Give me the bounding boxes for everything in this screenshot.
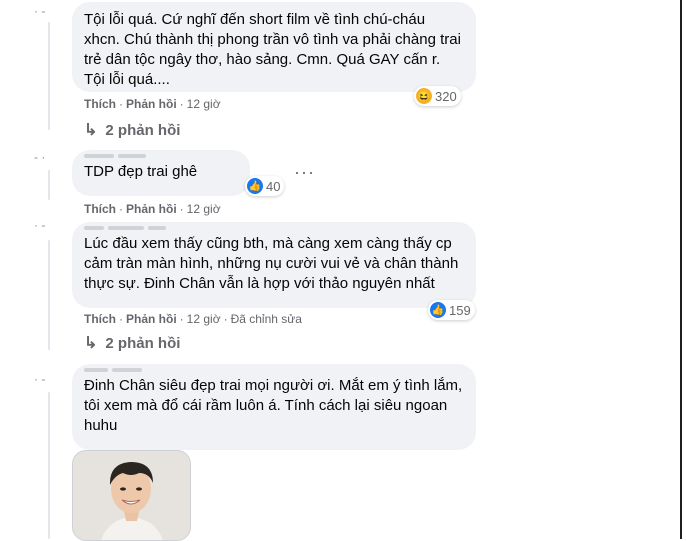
author-name[interactable] [84, 368, 464, 374]
replies-label: 2 phản hồi [105, 121, 181, 139]
comment-text: TDP đẹp trai ghê [84, 163, 198, 180]
timestamp[interactable]: 12 giờ [187, 312, 221, 326]
comment-text: Lúc đầu xem thấy cũng bth, mà càng xem c… [84, 235, 459, 292]
avatar[interactable]: · - [34, 4, 45, 18]
avatar[interactable]: - · [34, 150, 45, 164]
more-options-icon[interactable]: ··· [294, 162, 315, 183]
reply-link[interactable]: Phản hồi [126, 312, 177, 326]
like-icon: 👍 [247, 178, 263, 194]
thread-line [48, 392, 50, 539]
reply-link[interactable]: Phản hồi [126, 202, 177, 216]
reaction-count: 159 [449, 302, 471, 318]
thread-line [48, 170, 50, 200]
view-replies[interactable]: ↳ 2 phản hồi [84, 120, 180, 140]
replies-label: 2 phản hồi [105, 334, 181, 352]
thread-line [48, 240, 50, 350]
avatar[interactable]: · - [34, 372, 45, 386]
reply-link[interactable]: Phản hồi [126, 97, 177, 111]
comment-bubble: Tội lỗi quá. Cứ nghĩ đến short film về t… [72, 2, 476, 92]
comment-actions: Thích · Phản hồi · 12 giờ [84, 97, 221, 111]
comment-bubble: Đinh Chân siêu đẹp trai mọi người ơi. Mắ… [72, 364, 476, 450]
comment-actions: Thích · Phản hồi · 12 giờ · Đã chỉnh sửa [84, 312, 302, 326]
reaction-summary[interactable]: 👍 40 [245, 176, 285, 196]
timestamp[interactable]: 12 giờ [187, 97, 221, 111]
like-link[interactable]: Thích [84, 202, 116, 216]
avatar[interactable]: · - [34, 218, 45, 232]
comment-text: Đinh Chân siêu đẹp trai mọi người ơi. Mắ… [84, 377, 463, 434]
attached-photo[interactable] [72, 450, 191, 541]
comment-text: Tội lỗi quá. Cứ nghĩ đến short film về t… [84, 11, 461, 88]
edited-label[interactable]: Đã chỉnh sửa [231, 312, 302, 326]
like-link[interactable]: Thích [84, 312, 116, 326]
reaction-count: 40 [266, 178, 281, 194]
person-photo [73, 451, 190, 540]
comment-bubble: Lúc đầu xem thấy cũng bth, mà càng xem c… [72, 222, 476, 308]
reaction-count: 320 [435, 88, 457, 104]
view-replies[interactable]: ↳ 2 phản hồi [84, 333, 180, 353]
author-name[interactable] [84, 226, 464, 232]
reply-arrow-icon: ↳ [84, 335, 98, 352]
thread-line [48, 22, 50, 130]
reply-arrow-icon: ↳ [84, 122, 98, 139]
window-border [680, 0, 682, 539]
like-link[interactable]: Thích [84, 97, 116, 111]
haha-icon: 😆 [416, 88, 432, 104]
author-name[interactable] [84, 154, 238, 160]
reaction-summary[interactable]: 👍 159 [428, 300, 475, 320]
comment-bubble: TDP đẹp trai ghê [72, 150, 250, 196]
timestamp[interactable]: 12 giờ [187, 202, 221, 216]
reaction-summary[interactable]: 😆 320 [414, 86, 461, 106]
comment-actions: Thích · Phản hồi · 12 giờ [84, 202, 221, 216]
like-icon: 👍 [430, 302, 446, 318]
